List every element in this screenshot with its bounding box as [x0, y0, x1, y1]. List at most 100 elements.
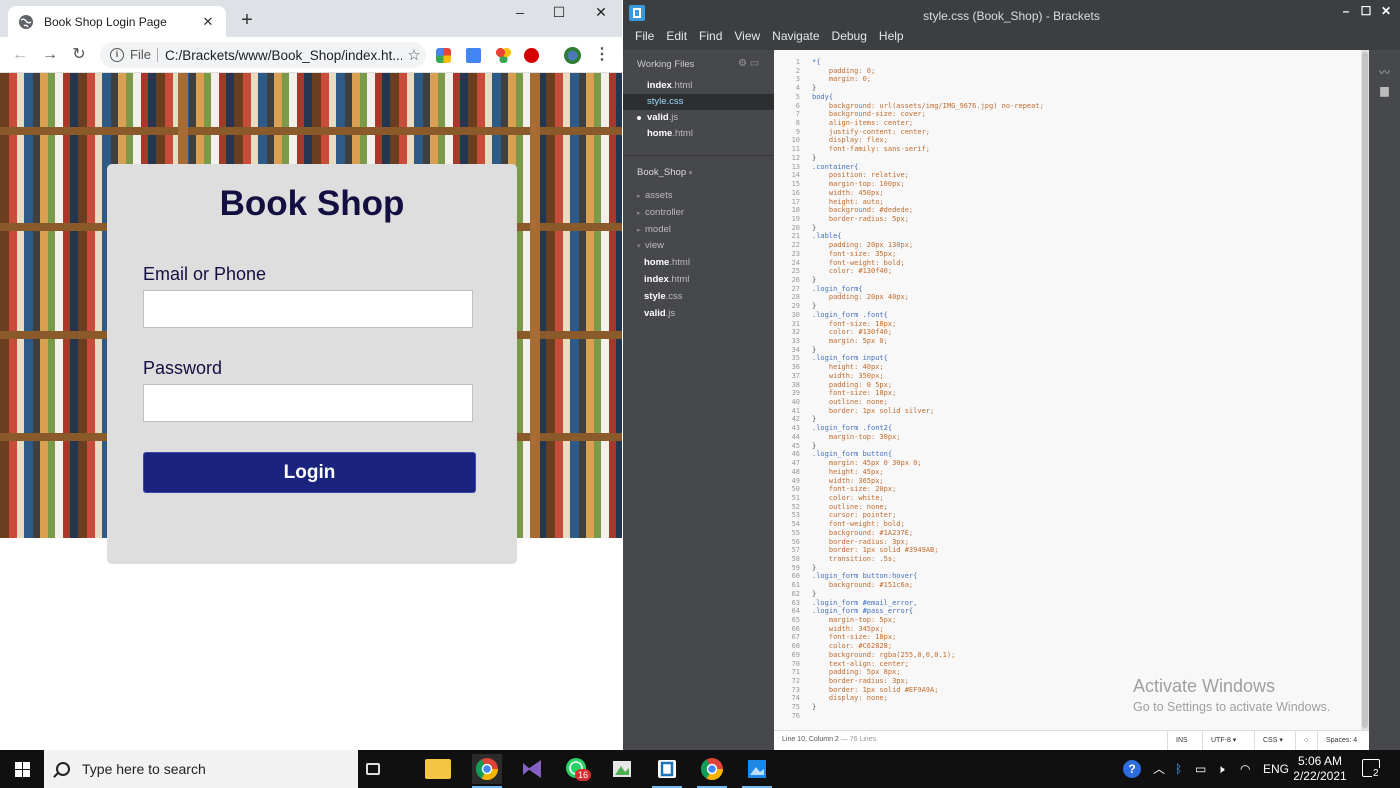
code-line[interactable]: color: white;	[812, 494, 1352, 503]
folder-assets[interactable]: ▸ assets	[637, 188, 672, 204]
code-line[interactable]: .container{	[812, 163, 1352, 172]
code-line[interactable]: display: flex;	[812, 136, 1352, 145]
code-line[interactable]: cursor: pointer;	[812, 511, 1352, 520]
whatsapp-icon[interactable]: 16	[562, 754, 592, 784]
code-line[interactable]: font-size: 20px;	[812, 485, 1352, 494]
code-line[interactable]: outline: none;	[812, 398, 1352, 407]
code-line[interactable]: .login_form .font{	[812, 311, 1352, 320]
code-line[interactable]: }	[812, 564, 1352, 573]
working-files-settings-icon[interactable]: ⚙ ▭	[738, 58, 759, 69]
menu-file[interactable]: File	[635, 28, 654, 50]
scrollbar-thumb[interactable]	[1362, 52, 1368, 728]
code-line[interactable]: position: relative;	[812, 171, 1352, 180]
working-file-home-html[interactable]: home.html	[623, 126, 774, 142]
tree-file-index-html[interactable]: index.html	[644, 272, 689, 288]
wifi-icon[interactable]: ◠	[1240, 750, 1250, 788]
code-line[interactable]: }	[812, 415, 1352, 424]
project-dropdown[interactable]: Book_Shop ▾	[637, 167, 692, 178]
folder-model[interactable]: ▸ model	[637, 222, 671, 238]
minimize-button[interactable]: –	[505, 4, 535, 20]
brackets-taskbar-icon[interactable]	[652, 754, 682, 788]
profile-avatar[interactable]	[564, 47, 581, 64]
code-content[interactable]: *{ padding: 0; margin: 0;} body{ backgrou…	[812, 58, 1352, 721]
code-editor[interactable]: 1 2 3 4 5 6 7 8 9 10 11 12 13 14 15 16 17 18 19 20 21 22 23 24 2…	[774, 50, 1361, 730]
start-button[interactable]	[0, 750, 44, 788]
code-line[interactable]: width: 450px;	[812, 189, 1352, 198]
code-line[interactable]: .login_form button{	[812, 450, 1352, 459]
code-line[interactable]: width: 365px;	[812, 477, 1352, 486]
tab-book-shop-login[interactable]: Book Shop Login Page ✕	[8, 6, 226, 37]
editor-scrollbar[interactable]	[1361, 50, 1369, 730]
code-line[interactable]: padding: 0 5px;	[812, 381, 1352, 390]
folder-view[interactable]: ▾ view	[637, 238, 664, 254]
taskbar-clock[interactable]: 5:06 AM 2/22/2021	[1290, 754, 1350, 784]
menu-view[interactable]: View	[734, 28, 760, 50]
code-line[interactable]: .lable{	[812, 232, 1352, 241]
live-preview-icon[interactable]: 〰	[1377, 64, 1392, 79]
email-field[interactable]	[143, 290, 473, 328]
photos-taskbar-icon[interactable]	[742, 754, 772, 788]
code-line[interactable]: font-size: 18px;	[812, 389, 1352, 398]
linter-status-icon[interactable]: ○	[1295, 731, 1316, 751]
code-line[interactable]: *{	[812, 58, 1352, 67]
code-line[interactable]: .login_form{	[812, 285, 1352, 294]
code-line[interactable]: margin-top: 30px;	[812, 433, 1352, 442]
code-line[interactable]: font-size: 18px;	[812, 320, 1352, 329]
code-line[interactable]: background: url(assets/img/IMG_9676.jpg)…	[812, 102, 1352, 111]
code-line[interactable]: transition: .5s;	[812, 555, 1352, 564]
colorful-extension-icon[interactable]	[496, 48, 511, 63]
address-bar[interactable]: i File C:/Brackets/www/Book_Shop/index.h…	[100, 42, 426, 68]
code-line[interactable]: color: #130f40;	[812, 328, 1352, 337]
code-line[interactable]: height: 45px;	[812, 468, 1352, 477]
code-line[interactable]: margin: 5px 0;	[812, 337, 1352, 346]
media-app-icon[interactable]	[607, 754, 637, 784]
chrome-taskbar-icon[interactable]	[472, 754, 502, 788]
code-line[interactable]: .login_form .font2{	[812, 424, 1352, 433]
code-line[interactable]: }	[812, 154, 1352, 163]
extension-manager-icon[interactable]: ▆	[1377, 84, 1392, 97]
tree-file-valid-js[interactable]: valid.js	[644, 306, 675, 322]
code-line[interactable]: .login_form button:hover{	[812, 572, 1352, 581]
address-url[interactable]: C:/Brackets/www/Book_Shop/index.ht...	[165, 48, 402, 63]
code-line[interactable]: border-radius: 5px;	[812, 215, 1352, 224]
tree-file-home-html[interactable]: home.html	[644, 255, 690, 271]
code-line[interactable]: font-weight: bold;	[812, 259, 1352, 268]
code-line[interactable]: padding: 20px 130px;	[812, 241, 1352, 250]
language-dropdown[interactable]: CSS ▾	[1254, 731, 1291, 751]
extension-office-icon[interactable]	[436, 48, 451, 63]
forward-arrow-icon[interactable]: →	[40, 45, 60, 65]
help-tray-icon[interactable]: ?	[1123, 750, 1141, 788]
brackets-maximize-button[interactable]: ☐	[1355, 4, 1377, 18]
code-line[interactable]: }	[812, 276, 1352, 285]
code-line[interactable]: background: rgba(255,0,0,0.1);	[812, 651, 1352, 660]
code-line[interactable]: }	[812, 84, 1352, 93]
code-line[interactable]: }	[812, 224, 1352, 233]
login-button[interactable]: Login	[143, 452, 476, 493]
task-view-icon[interactable]	[366, 763, 380, 775]
code-line[interactable]: .login_form input{	[812, 354, 1352, 363]
indent-spaces-setting[interactable]: Spaces: 4	[1317, 731, 1365, 751]
code-line[interactable]: padding: 0;	[812, 67, 1352, 76]
code-line[interactable]: height: 40px;	[812, 363, 1352, 372]
code-line[interactable]: width: 350px;	[812, 372, 1352, 381]
chrome-second-taskbar-icon[interactable]	[697, 754, 727, 788]
code-line[interactable]: margin: 45px 0 30px 0;	[812, 459, 1352, 468]
code-line[interactable]: border: 1px solid silver;	[812, 407, 1352, 416]
reload-icon[interactable]: ↻	[69, 45, 89, 65]
insert-mode-indicator[interactable]: INS	[1167, 731, 1196, 751]
code-line[interactable]: background: #151c6a;	[812, 581, 1352, 590]
info-icon[interactable]: i	[110, 48, 124, 62]
code-line[interactable]: margin: 0;	[812, 75, 1352, 84]
language-indicator[interactable]: ENG	[1263, 750, 1289, 788]
code-line[interactable]: outline: none;	[812, 503, 1352, 512]
volume-icon[interactable]: 🕨	[1217, 750, 1225, 788]
menu-navigate[interactable]: Navigate	[772, 28, 819, 50]
visual-studio-icon[interactable]	[517, 754, 547, 784]
code-line[interactable]: background: #1A237E;	[812, 529, 1352, 538]
code-line[interactable]: font-size: 35px;	[812, 250, 1352, 259]
code-line[interactable]: body{	[812, 93, 1352, 102]
menu-help[interactable]: Help	[879, 28, 904, 50]
code-line[interactable]: border-radius: 3px;	[812, 538, 1352, 547]
code-line[interactable]: }	[812, 442, 1352, 451]
back-arrow-icon[interactable]: ←	[10, 45, 30, 65]
